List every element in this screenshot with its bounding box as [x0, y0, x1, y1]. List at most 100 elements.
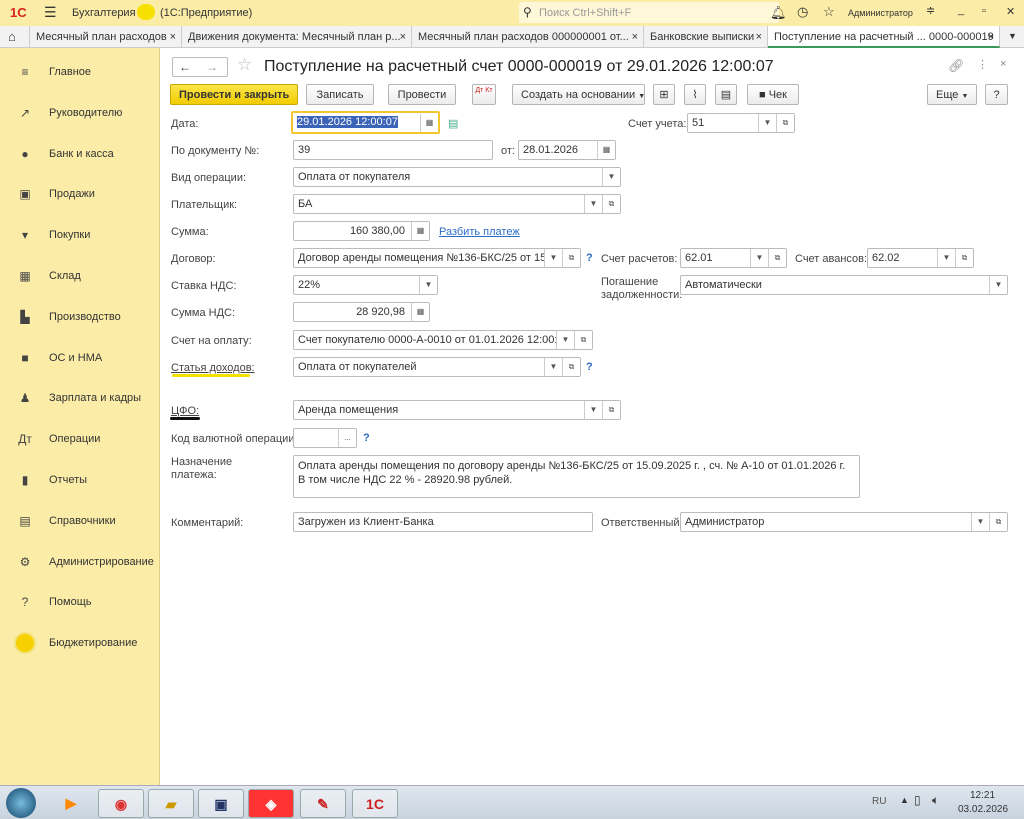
open-icon[interactable]: ⧉	[574, 331, 592, 349]
close-icon[interactable]: ×	[400, 31, 406, 43]
more-button[interactable]: Еще ▼	[927, 84, 977, 105]
post-button[interactable]: Провести	[388, 84, 456, 105]
chevron-down-icon[interactable]: ▼	[544, 358, 562, 376]
minimize-icon[interactable]: _	[958, 4, 964, 16]
vat-rate-select[interactable]: 22% ▼	[293, 275, 438, 295]
create-based-on-button[interactable]: Создать на основании ▼	[512, 84, 645, 105]
optype-select[interactable]: Оплата от покупателя ▼	[293, 167, 621, 187]
receipt-button[interactable]: ■ Чек	[747, 84, 799, 105]
sidebar-item[interactable]: ■ ОС и НМА	[0, 343, 160, 373]
sidebar-item[interactable]: ▮ Отчеты	[0, 465, 160, 495]
chrome-icon[interactable]: ◉	[98, 789, 144, 818]
close-icon[interactable]: ×	[632, 31, 638, 43]
purpose-textarea[interactable]: Оплата аренды помещения по договору арен…	[293, 455, 860, 498]
chevron-down-icon[interactable]: ▼	[602, 168, 620, 186]
open-icon[interactable]: ⧉	[776, 114, 794, 132]
help-button[interactable]: ?	[985, 84, 1008, 105]
income-label[interactable]: Статья доходов:	[171, 362, 255, 374]
sidebar-item[interactable]: Дт Операции	[0, 424, 160, 454]
open-icon[interactable]: ⧉	[562, 358, 580, 376]
1c-icon[interactable]: 1С	[352, 789, 398, 818]
remote-desktop-icon[interactable]: ▣	[198, 789, 244, 818]
open-icon[interactable]: ⧉	[989, 513, 1007, 531]
sidebar-item[interactable]: ▤ Справочники	[0, 506, 160, 536]
chevron-down-icon[interactable]: ▼	[937, 249, 955, 267]
home-icon[interactable]: ⌂	[0, 26, 30, 48]
chevron-down-icon[interactable]: ▼	[419, 276, 437, 294]
chevron-down-icon[interactable]: ▼	[556, 331, 574, 349]
chevron-down-icon[interactable]: ▼	[758, 114, 776, 132]
calculator-icon[interactable]: ▦	[411, 222, 429, 240]
post-and-close-button[interactable]: Провести и закрыть	[170, 84, 298, 105]
calendar-icon[interactable]: ▦	[420, 114, 438, 132]
sidebar-item[interactable]: ? Помощь	[0, 587, 160, 617]
help-question-icon[interactable]: ?	[363, 432, 370, 444]
forward-icon[interactable]: →	[206, 60, 218, 74]
vat-sum-input[interactable]: 28 920,98 ▦	[293, 302, 430, 322]
cfo-input[interactable]: Аренда помещения ▼ ⧉	[293, 400, 621, 420]
menu-icon[interactable]: ☰	[44, 4, 57, 21]
link-icon[interactable]: 🔗︎	[948, 58, 965, 74]
more-icon[interactable]: ⋮	[977, 58, 988, 71]
back-icon[interactable]: ←	[179, 60, 191, 74]
contract-input[interactable]: Договор аренды помещения №136-БКС/25 от …	[293, 248, 581, 268]
language-indicator[interactable]: RU	[872, 796, 886, 807]
sum-input[interactable]: 160 380,00 ▦	[293, 221, 430, 241]
explorer-icon[interactable]: ▰	[148, 789, 194, 818]
docnum-input[interactable]: 39	[293, 140, 493, 160]
tab-item-active[interactable]: Поступление на расчетный ... 0000-000019…	[768, 26, 1000, 48]
attachment-icon[interactable]: ⌇	[684, 84, 706, 105]
tab-item[interactable]: Движения документа: Месячный план р... ×	[182, 26, 412, 48]
sidebar-item[interactable]: ▦ Склад	[0, 261, 160, 291]
clock-date[interactable]: 03.02.2026	[958, 804, 1008, 815]
sidebar-item[interactable]: ↗ Руководителю	[0, 98, 160, 128]
app-icon[interactable]: ✎	[300, 789, 346, 818]
invoice-input[interactable]: Счет покупателю 0000-А-0010 от 01.01.202…	[293, 330, 593, 350]
from-date-input[interactable]: 28.01.2026 ▦	[518, 140, 616, 160]
network-icon[interactable]: ▯	[914, 793, 921, 807]
tray-arrow-icon[interactable]: ▲	[900, 795, 909, 805]
anydesk-icon[interactable]: ◈	[248, 789, 294, 818]
chevron-down-icon[interactable]: ▼	[750, 249, 768, 267]
user-name[interactable]: Администратор	[848, 8, 913, 18]
payer-input[interactable]: БА ▼ ⧉	[293, 194, 621, 214]
chevron-down-icon[interactable]: ▼	[584, 401, 602, 419]
favorite-star-icon[interactable]: ☆	[237, 55, 252, 75]
sidebar-item[interactable]: ▣ Продажи	[0, 179, 160, 209]
status-icon[interactable]: ▤	[448, 117, 458, 130]
date-input[interactable]: 29.01.2026 12:00:07 ▦	[291, 111, 440, 134]
list-icon[interactable]: ▤	[715, 84, 737, 105]
open-icon[interactable]: ⧉	[768, 249, 786, 267]
close-icon[interactable]: ×	[988, 31, 994, 43]
sidebar-item[interactable]: ▙ Производство	[0, 302, 160, 332]
sidebar-item[interactable]: ≡ Главное	[0, 57, 160, 87]
close-icon[interactable]: ✕	[1006, 5, 1015, 18]
structure-icon[interactable]: ⊞	[653, 84, 675, 105]
close-icon[interactable]: ×	[756, 31, 762, 43]
chevron-down-icon[interactable]: ▼	[989, 276, 1007, 294]
history-icon[interactable]: ◷	[797, 4, 808, 20]
advance-input[interactable]: 62.02 ▼ ⧉	[867, 248, 974, 268]
account-input[interactable]: 51 ▼ ⧉	[687, 113, 795, 133]
search-input[interactable]: ⚲ Поиск Ctrl+Shift+F	[519, 2, 779, 23]
sidebar-item[interactable]: ♟ Зарплата и кадры	[0, 383, 160, 413]
close-form-icon[interactable]: ×	[1000, 58, 1006, 70]
help-question-icon[interactable]: ?	[586, 252, 593, 264]
chevron-down-icon[interactable]: ▼	[971, 513, 989, 531]
tab-item[interactable]: Месячный план расходов 000000001 от... ×	[412, 26, 644, 48]
split-payment-link[interactable]: Разбить платеж	[439, 226, 520, 238]
cfo-label[interactable]: ЦФО:	[171, 405, 199, 417]
settle-input[interactable]: 62.01 ▼ ⧉	[680, 248, 787, 268]
restore-icon[interactable]: ▫	[982, 5, 986, 17]
calendar-icon[interactable]: ▦	[597, 141, 615, 159]
chevron-down-icon[interactable]: ▼	[584, 195, 602, 213]
tabs-dropdown-icon[interactable]: ▼	[1008, 31, 1017, 41]
bell-icon[interactable]: 🔔︎	[770, 5, 787, 21]
currency-input[interactable]: ...	[293, 428, 357, 448]
star-icon[interactable]: ☆	[823, 4, 835, 20]
responsible-input[interactable]: Администратор ▼ ⧉	[680, 512, 1008, 532]
open-icon[interactable]: ⧉	[955, 249, 973, 267]
media-player-icon[interactable]: ▶	[48, 789, 94, 818]
save-button[interactable]: Записать	[306, 84, 374, 105]
chevron-down-icon[interactable]: ▼	[544, 249, 562, 267]
